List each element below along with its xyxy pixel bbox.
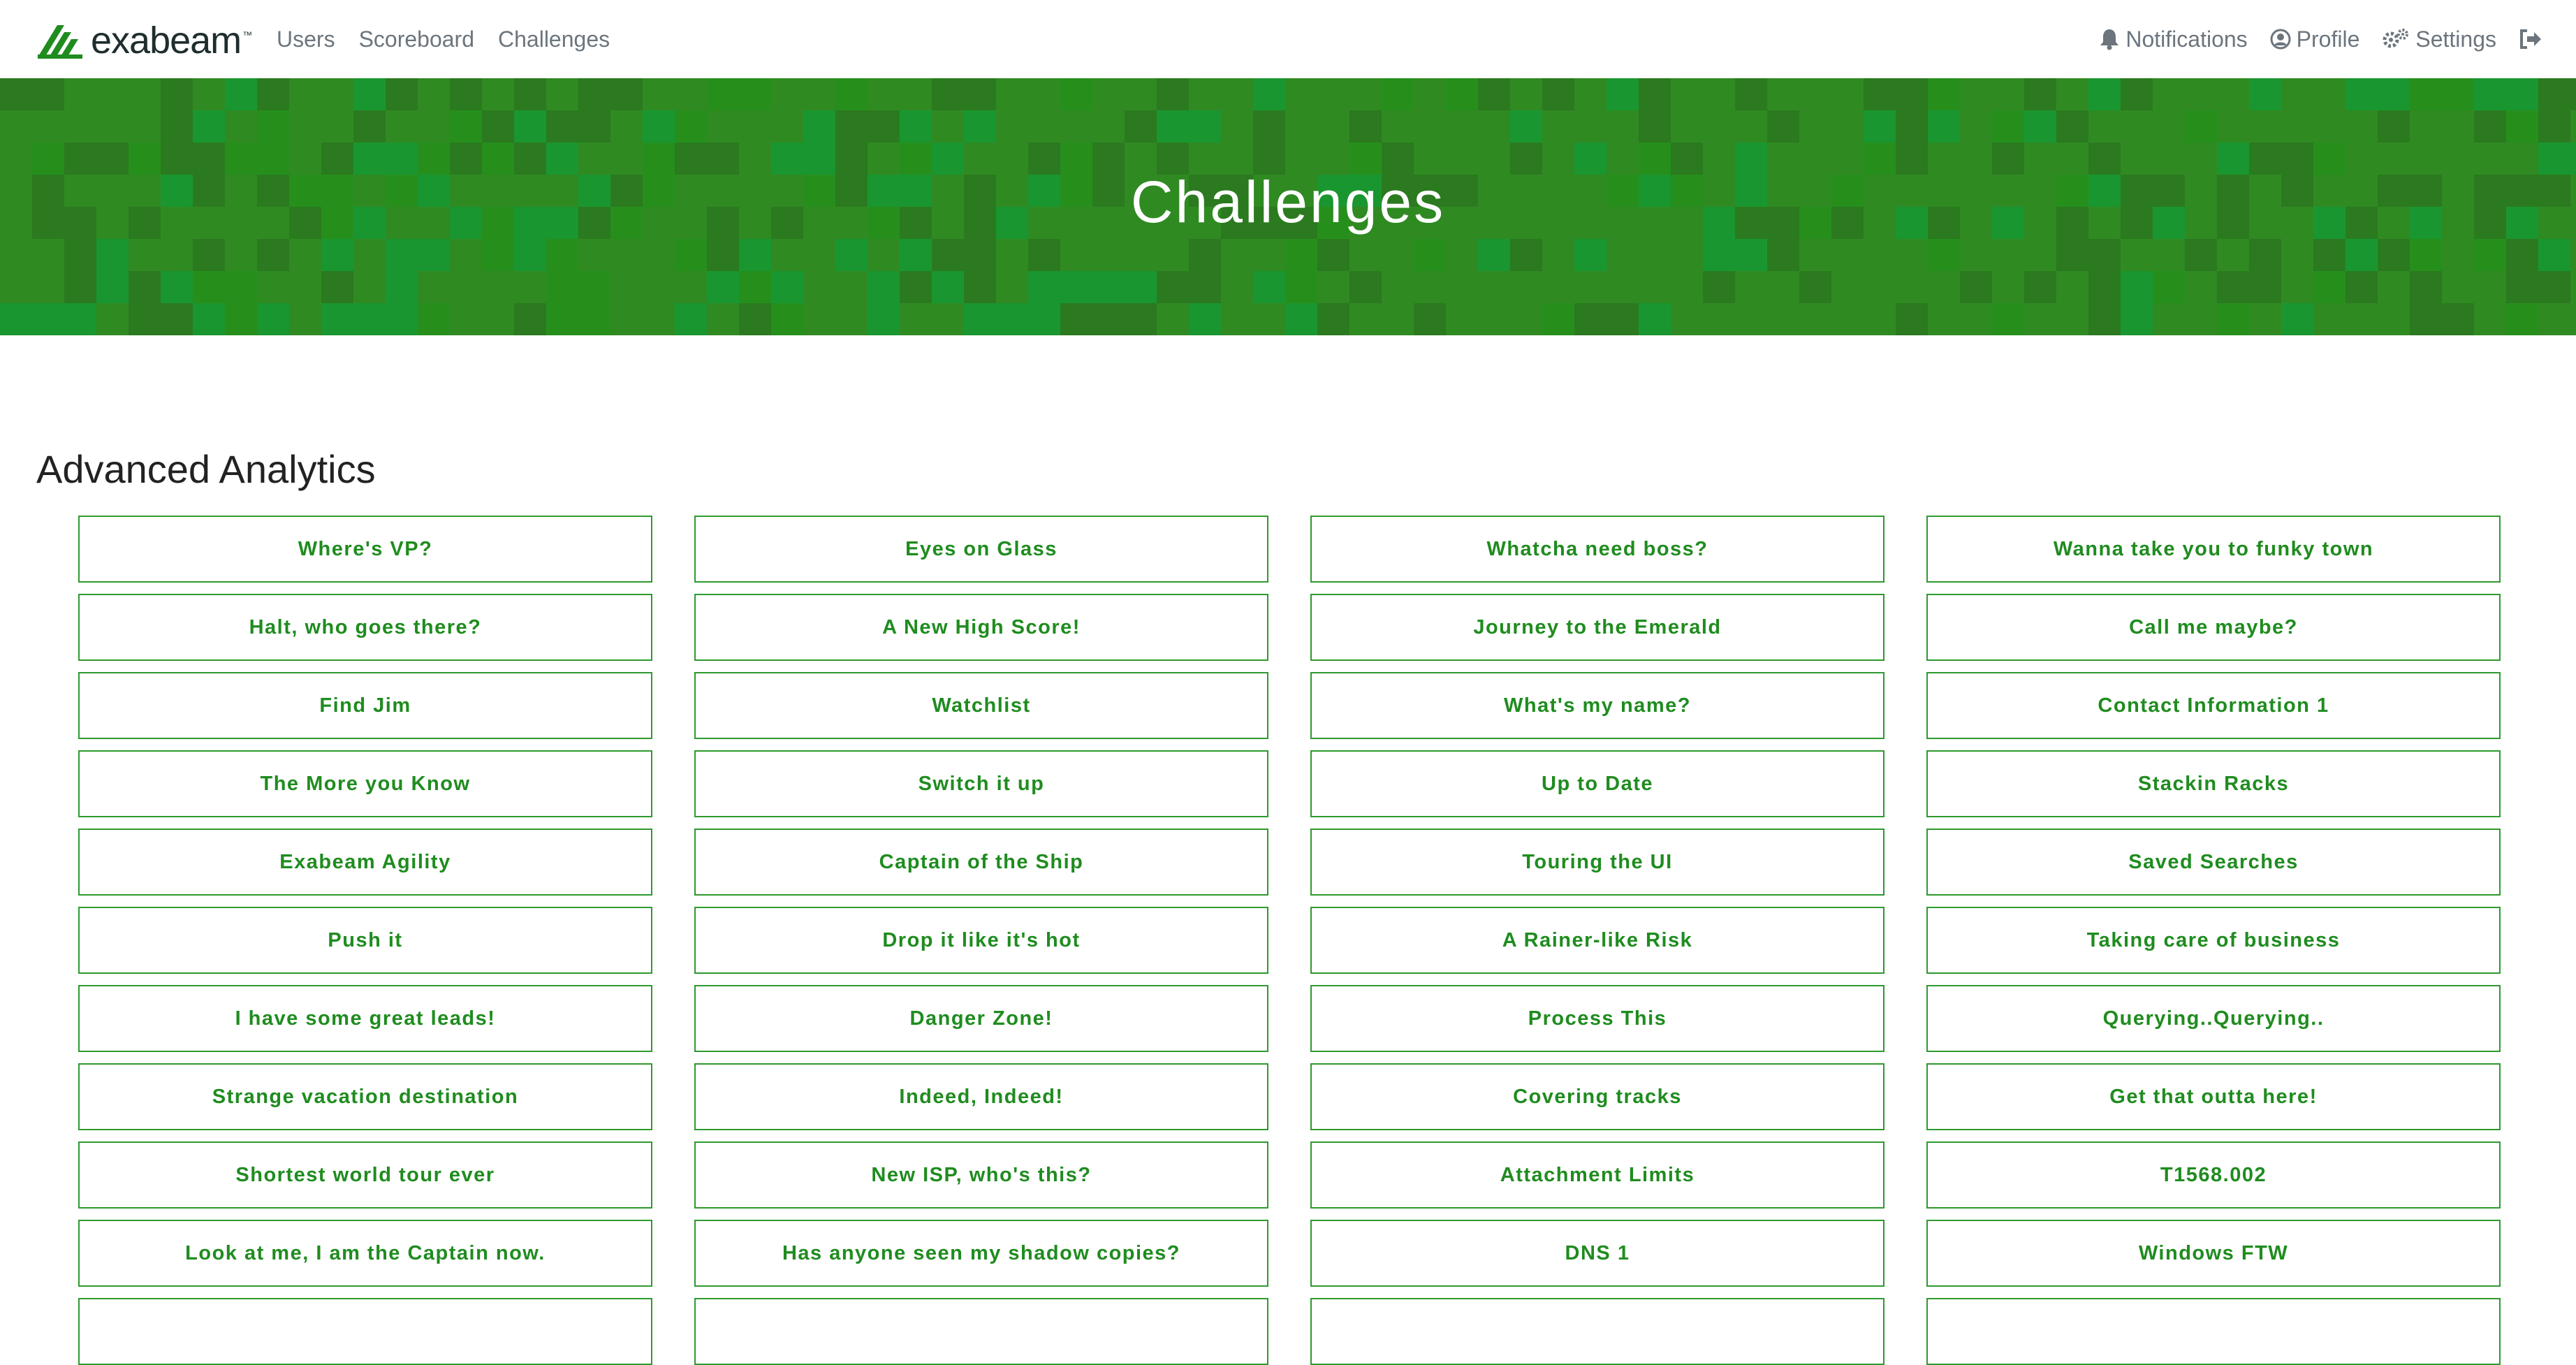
category-title: Advanced Analytics [36,447,376,491]
challenge-button[interactable] [78,1298,652,1365]
challenge-button[interactable]: Up to Date [1310,750,1885,817]
brand-name: exabeam [91,20,242,61]
challenge-button[interactable]: Get that outta here! [1926,1063,2501,1130]
nav-notifications[interactable]: Notifications [2099,26,2248,52]
challenge-button[interactable]: A New High Score! [694,594,1268,661]
nav-right: Notifications Profile Settings [2077,0,2548,78]
challenge-button[interactable]: Shortest world tour ever [78,1141,652,1209]
challenge-button[interactable]: Exabeam Agility [78,829,652,896]
page-title: Challenges [1130,168,1446,235]
challenge-button[interactable]: Call me maybe? [1926,594,2501,661]
nav-logout[interactable] [2519,29,2548,50]
challenge-button[interactable] [1310,1298,1885,1365]
challenge-button[interactable]: Look at me, I am the Captain now. [78,1220,652,1287]
challenge-button[interactable]: Touring the UI [1310,829,1885,896]
top-navbar: exabeam ™ Users Scoreboard Challenges No… [0,0,2576,78]
settings-label: Settings [2415,26,2496,52]
logout-icon [2520,29,2541,49]
challenge-button[interactable]: Querying..Querying.. [1926,985,2501,1052]
challenge-button[interactable]: DNS 1 [1310,1220,1885,1287]
challenge-button[interactable] [1926,1298,2501,1365]
challenge-button[interactable]: Windows FTW [1926,1220,2501,1287]
challenge-button[interactable]: Wanna take you to funky town [1926,516,2501,583]
nav-left: Users Scoreboard Challenges [277,0,634,78]
challenge-button[interactable]: A Rainer-like Risk [1310,907,1885,974]
challenge-button[interactable]: Find Jim [78,672,652,739]
challenge-button[interactable]: Switch it up [694,750,1268,817]
challenge-grid: Where's VP? Eyes on Glass Whatcha need bos… [78,516,2501,1365]
challenge-button[interactable]: Has anyone seen my shadow copies? [694,1220,1268,1287]
challenge-button[interactable]: Where's VP? [78,516,652,583]
challenge-button[interactable] [694,1298,1268,1365]
challenge-button[interactable]: Captain of the Ship [694,829,1268,896]
challenge-button[interactable]: Contact Information 1 [1926,672,2501,739]
challenge-button[interactable]: Eyes on Glass [694,516,1268,583]
challenge-button[interactable]: Process This [1310,985,1885,1052]
hero-banner: Challenges [0,78,2576,335]
challenge-button[interactable]: T1568.002 [1926,1141,2501,1209]
challenge-button[interactable]: Journey to the Emerald [1310,594,1885,661]
challenge-button[interactable]: Strange vacation destination [78,1063,652,1130]
exabeam-logo-icon [38,25,82,59]
challenge-button[interactable]: What's my name? [1310,672,1885,739]
notifications-label: Notifications [2125,26,2248,52]
challenge-button[interactable]: Halt, who goes there? [78,594,652,661]
challenge-button[interactable]: Taking care of business [1926,907,2501,974]
profile-label: Profile [2296,26,2360,52]
nav-profile[interactable]: Profile [2270,26,2360,52]
challenge-button[interactable]: I have some great leads! [78,985,652,1052]
challenge-button[interactable]: Whatcha need boss? [1310,516,1885,583]
bell-icon [2100,29,2119,50]
challenge-button[interactable]: Covering tracks [1310,1063,1885,1130]
challenge-button[interactable]: Attachment Limits [1310,1141,1885,1209]
challenge-button[interactable]: The More you Know [78,750,652,817]
challenge-button[interactable]: Stackin Racks [1926,750,2501,817]
nav-link-users[interactable]: Users [277,27,335,52]
cogs-icon [2383,29,2409,48]
challenge-button[interactable]: Indeed, Indeed! [694,1063,1268,1130]
challenge-button[interactable]: Saved Searches [1926,829,2501,896]
brand-logo[interactable]: exabeam ™ [36,20,252,61]
nav-link-challenges[interactable]: Challenges [498,27,610,52]
nav-link-scoreboard[interactable]: Scoreboard [359,27,474,52]
brand-trademark: ™ [242,29,253,41]
challenge-button[interactable]: Danger Zone! [694,985,1268,1052]
user-circle-icon [2270,29,2291,50]
nav-settings[interactable]: Settings [2382,27,2496,52]
challenge-button[interactable]: Watchlist [694,672,1268,739]
challenge-button[interactable]: Drop it like it's hot [694,907,1268,974]
challenge-button[interactable]: New ISP, who's this? [694,1141,1268,1209]
challenge-button[interactable]: Push it [78,907,652,974]
